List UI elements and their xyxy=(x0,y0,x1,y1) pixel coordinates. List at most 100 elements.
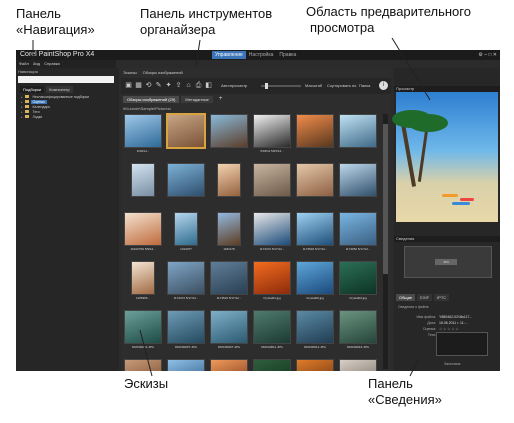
expand-icon[interactable]: ▸ xyxy=(21,115,23,119)
thumbnail-item[interactable]: 5/03/11 5/05/14... xyxy=(252,114,292,160)
tab-thumbnails[interactable]: Эскизы xyxy=(123,70,137,75)
tab-metadata[interactable]: Метаданные xyxy=(181,96,213,103)
thumbnail-item[interactable] xyxy=(209,114,249,160)
info-toggle-icon[interactable]: i xyxy=(379,81,388,90)
thumbnail-image[interactable] xyxy=(124,212,162,246)
thumbnail-image[interactable] xyxy=(296,212,334,246)
thumbnail-image[interactable] xyxy=(253,359,291,371)
tab-iptc[interactable]: IPTC xyxy=(434,294,450,301)
zoom-slider-knob[interactable] xyxy=(265,83,268,89)
thumbnail-item[interactable]: Crystal04.jpg xyxy=(338,261,378,307)
tag-icon[interactable]: ⌂ xyxy=(185,82,192,89)
close-icon[interactable]: ✕ xyxy=(493,52,497,58)
thumbnail-image[interactable] xyxy=(296,114,334,148)
tab-image-overview[interactable]: Обзоры изображений xyxy=(143,70,183,75)
view-icon[interactable]: ◧ xyxy=(205,82,212,89)
thumbnail-item[interactable]: DMC00016.JPG xyxy=(338,310,378,356)
thumbnail-item[interactable]: 1165995... xyxy=(123,261,163,307)
thumbnail-item[interactable]: 1313077 xyxy=(166,212,206,258)
thumbnail-image[interactable] xyxy=(210,114,248,148)
thumbnail-image[interactable] xyxy=(339,310,377,344)
thumbnail-image[interactable] xyxy=(296,359,334,371)
navigation-search-input[interactable] xyxy=(18,76,114,83)
thumbnail-item[interactable]: DMC00012.JPG xyxy=(295,310,335,356)
thumbnail-item[interactable] xyxy=(338,114,378,160)
thumbnail-image[interactable] xyxy=(339,163,377,197)
tab-edit[interactable]: Правка xyxy=(276,51,299,59)
thumbnail-item[interactable]: DMC00001.JPG xyxy=(123,310,163,356)
thumbnail-item[interactable] xyxy=(166,114,206,160)
thumbnail-scrollbar[interactable] xyxy=(383,114,388,369)
thumbnail-item[interactable]: 1174522 5/17/12... xyxy=(209,261,249,307)
thumbnail-image[interactable] xyxy=(339,261,377,295)
thumbnail-item[interactable] xyxy=(295,114,335,160)
tree-item-boats[interactable]: ▸ Лодки xyxy=(21,114,116,119)
thumbnail-item[interactable]: DMC00011.JPG xyxy=(252,310,292,356)
thumbnail-image[interactable] xyxy=(296,310,334,344)
thumbnail-image[interactable] xyxy=(296,163,334,197)
expand-icon[interactable]: ▸ xyxy=(21,105,23,109)
thumbnail-image[interactable] xyxy=(167,261,205,295)
thumbnail-image[interactable] xyxy=(210,310,248,344)
rotate-icon[interactable]: ⟲ xyxy=(145,82,152,89)
thumbnail-item[interactable] xyxy=(252,359,292,371)
autopreview-label[interactable]: Автопросмотр xyxy=(221,83,247,88)
rating-stars[interactable]: ☆☆☆☆☆ xyxy=(439,327,460,331)
thumbnail-item[interactable]: DMC00007.JPG xyxy=(166,310,206,356)
thumbnail-image[interactable] xyxy=(167,359,205,371)
menu-file[interactable]: Файл xyxy=(19,60,29,68)
thumbnail-image[interactable] xyxy=(296,261,334,295)
tab-manage[interactable]: Управление xyxy=(212,51,246,59)
thumbnail-image[interactable] xyxy=(253,212,291,246)
thumbnail-item[interactable]: 1610276S 5/9/12... xyxy=(123,212,163,258)
scrollbar-thumb[interactable] xyxy=(383,124,388,274)
thumbnail-item[interactable] xyxy=(123,359,163,371)
tab-collections[interactable]: Подборки xyxy=(20,86,45,93)
thumbnail-item[interactable] xyxy=(123,163,163,209)
thumbnail-item[interactable]: 1181178 xyxy=(209,212,249,258)
thumbnail-image[interactable] xyxy=(253,310,291,344)
thumbnail-image[interactable] xyxy=(167,163,205,197)
menu-view[interactable]: Вид xyxy=(33,60,40,68)
thumbnail-item[interactable] xyxy=(295,163,335,209)
thumbnail-item[interactable] xyxy=(338,163,378,209)
thumbnail-image[interactable] xyxy=(339,212,377,246)
edit-icon[interactable]: ✎ xyxy=(155,82,162,89)
thumbnail-image[interactable] xyxy=(217,163,241,197)
print-icon[interactable]: ⎙ xyxy=(195,82,202,89)
settings-icon[interactable]: ⚙ xyxy=(478,52,482,58)
navigator-box[interactable]: JPG xyxy=(435,259,457,265)
thumbnail-image[interactable] xyxy=(210,359,248,371)
thumbnail-image[interactable] xyxy=(167,310,205,344)
thumbnail-item[interactable]: Crystal01.jpg xyxy=(252,261,292,307)
thumbnail-image[interactable] xyxy=(253,114,291,148)
thumbnail-item[interactable] xyxy=(252,163,292,209)
thumbnail-image[interactable] xyxy=(253,163,291,197)
thumbnail-item[interactable] xyxy=(166,359,206,371)
minimize-icon[interactable]: – xyxy=(484,52,487,58)
thumbnail-image[interactable] xyxy=(131,163,155,197)
share-icon[interactable]: ⇪ xyxy=(175,82,182,89)
tab-computer[interactable]: Компьютер xyxy=(46,86,73,93)
select-all-icon[interactable]: ▦ xyxy=(135,82,142,89)
thumbnail-image[interactable] xyxy=(210,261,248,295)
thumbnail-image[interactable] xyxy=(174,212,198,246)
thumbnail-item[interactable] xyxy=(166,163,206,209)
thumbnail-item[interactable]: 1174952 5/17/12... xyxy=(338,212,378,258)
thumbnail-item[interactable]: 1174532 5/17/12... xyxy=(295,212,335,258)
tab-general[interactable]: Общие xyxy=(396,294,416,301)
magic-wand-icon[interactable]: ✦ xyxy=(165,82,172,89)
tab-exif[interactable]: EXIF xyxy=(417,294,433,301)
maximize-icon[interactable]: □ xyxy=(488,52,491,58)
import-icon[interactable]: ▣ xyxy=(125,82,132,89)
sort-select[interactable]: Папка xyxy=(359,83,370,88)
thumbnail-image[interactable] xyxy=(124,359,162,371)
thumbnail-item[interactable] xyxy=(338,359,378,371)
thumbnail-item[interactable] xyxy=(295,359,335,371)
thumbnail-item[interactable] xyxy=(209,359,249,371)
menu-help[interactable]: Справка xyxy=(44,60,60,68)
thumbnail-item[interactable]: 1174372 5/17/12... xyxy=(252,212,292,258)
thumbnail-image[interactable] xyxy=(131,261,155,295)
thumbnail-item[interactable]: Crystal02.jpg xyxy=(295,261,335,307)
thumbnail-image[interactable] xyxy=(124,114,162,148)
